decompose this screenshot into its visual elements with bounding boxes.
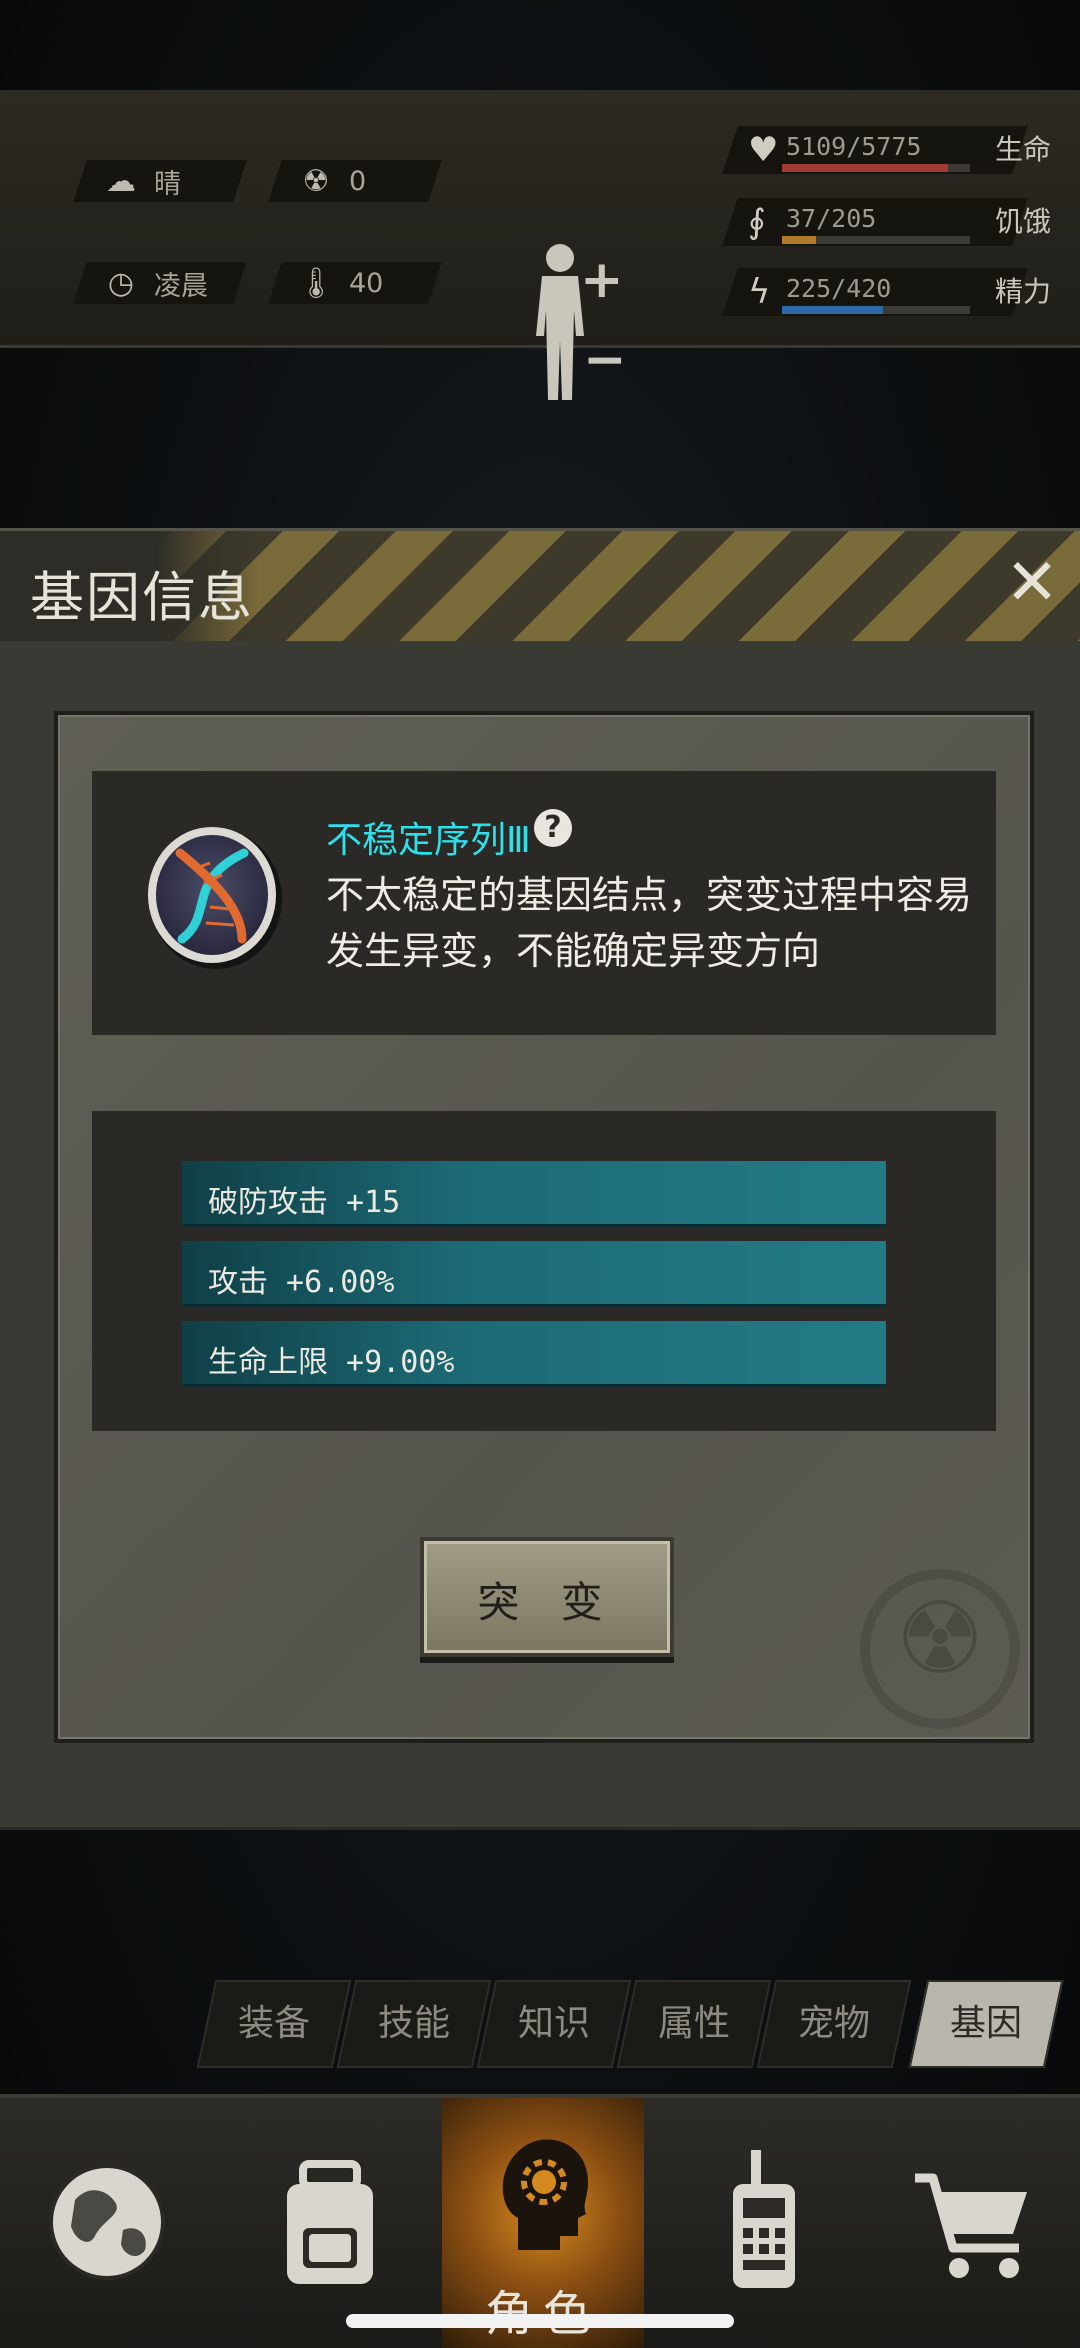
energy-icon: ϟ: [748, 272, 771, 312]
weather-label: 晴: [154, 168, 181, 200]
attribute-row: 攻击 +6.00%: [182, 1241, 886, 1307]
gene-info-dialog: 基因信息 ✕ ☢ 不稳定序列Ⅲ ? 不太稳定的基因结点，突变过程中容易发生异变，…: [0, 528, 1080, 1830]
time-chip: ◷ 凌晨: [73, 262, 247, 304]
vital-bar-fill: [782, 236, 816, 244]
character-tabs: 装备 技能 知识 属性 宠物 基因: [190, 1980, 1070, 2072]
backpack-icon: [287, 2160, 373, 2284]
temperature-value: 40: [349, 267, 384, 299]
globe-icon: [49, 2164, 165, 2280]
tab-item[interactable]: 技能: [336, 1980, 492, 2068]
temperature-chip: 🌡 40: [268, 262, 442, 304]
game-screen: ☁ 晴 ☢ 0 ◷ 凌晨 🌡 40 + − ♥ 5109/5775 生命 ∮ 3…: [0, 0, 1080, 2348]
vital-name: 饥饿: [995, 205, 1052, 238]
stomach-icon: ∮: [748, 202, 766, 242]
vital-bar-fill: [782, 306, 883, 314]
nav-world[interactable]: [2, 2098, 218, 2348]
vital-bar: [782, 164, 970, 172]
nav-character[interactable]: 角色: [442, 2098, 644, 2348]
vital-value: 225/420: [786, 274, 892, 303]
gene-info-box: 不稳定序列Ⅲ ? 不太稳定的基因结点，突变过程中容易发生异变，不能确定异变方向: [92, 771, 996, 1035]
tab-item[interactable]: 属性: [616, 1980, 772, 2068]
attribute-text: 破防攻击 +15: [208, 1185, 401, 1220]
tab-label: 技能: [377, 2003, 450, 2044]
tab-label: 基因: [949, 2003, 1022, 2044]
weather-chip: ☁ 晴: [73, 160, 247, 202]
dna-icon: [148, 827, 282, 969]
shopping-cart-icon: [915, 2173, 1027, 2278]
tab-label: 宠物: [797, 2003, 870, 2044]
close-button[interactable]: ✕: [1000, 551, 1064, 615]
help-icon[interactable]: ?: [534, 809, 572, 847]
time-label: 凌晨: [154, 270, 208, 302]
gene-name: 不稳定序列Ⅲ: [326, 820, 531, 861]
attribute-row: 破防攻击 +15: [182, 1161, 886, 1227]
thermometer-icon: 🌡: [297, 265, 336, 301]
tab-label: 属性: [657, 2003, 730, 2044]
nav-shop[interactable]: [866, 2098, 1080, 2348]
vital-row: ♥ 5109/5775 生命: [722, 126, 1070, 186]
zoom-in-plus-icon[interactable]: +: [580, 250, 624, 310]
attribute-text: 生命上限 +9.00%: [208, 1345, 455, 1380]
vital-row: ϟ 225/420 精力: [722, 268, 1070, 328]
tab-item[interactable]: 基因: [908, 1980, 1064, 2068]
attribute-box: 破防攻击 +15 攻击 +6.00% 生命上限 +9.00%: [92, 1111, 996, 1431]
vital-name: 精力: [995, 275, 1052, 308]
mutate-button[interactable]: 突 变: [420, 1537, 674, 1657]
bottom-nav: 角色: [0, 2094, 1080, 2348]
attribute-row: 生命上限 +9.00%: [182, 1321, 886, 1387]
weather-cloud-icon: ☁: [106, 163, 136, 199]
heart-icon: ♥: [748, 130, 779, 170]
attribute-text: 攻击 +6.00%: [208, 1265, 395, 1300]
vital-name: 生命: [995, 133, 1052, 166]
gene-description: 不太稳定的基因结点，突变过程中容易发生异变，不能确定异变方向: [326, 873, 973, 973]
tab-label: 知识: [517, 2003, 590, 2044]
gene-panel: ☢ 不稳定序列Ⅲ ? 不太稳定的基因结点，突变过程中容易发生异变，不能确定异变方…: [54, 711, 1034, 1743]
tab-item[interactable]: 宠物: [756, 1980, 912, 2068]
dialog-title: 基因信息: [30, 566, 254, 629]
vital-bar: [782, 306, 970, 314]
nav-radio[interactable]: [656, 2098, 872, 2348]
tab-item[interactable]: 知识: [476, 1980, 632, 2068]
vital-value: 37/205: [786, 204, 877, 233]
radiation-icon: ☢: [302, 163, 330, 199]
home-indicator[interactable]: [346, 2314, 734, 2328]
status-bar: ☁ 晴 ☢ 0 ◷ 凌晨 🌡 40 + − ♥ 5109/5775 生命 ∮ 3…: [0, 90, 1080, 400]
radiation-chip: ☢ 0: [268, 160, 442, 202]
tab-label: 装备: [237, 2003, 310, 2044]
zoom-out-minus-icon[interactable]: −: [583, 330, 627, 390]
vital-bar: [782, 236, 970, 244]
radio-icon: [733, 2150, 795, 2288]
mutate-button-label: 突 变: [477, 1578, 617, 1627]
nav-inventory[interactable]: [222, 2098, 438, 2348]
radiation-value: 0: [349, 165, 367, 197]
clock-icon: ◷: [107, 265, 135, 301]
vital-bar-fill: [782, 164, 948, 172]
radiation-watermark-icon: ☢: [860, 1569, 1020, 1729]
tab-item[interactable]: 装备: [196, 1980, 352, 2068]
dialog-header: 基因信息 ✕: [0, 531, 1080, 641]
vital-value: 5109/5775: [786, 132, 922, 161]
nav-character-label: 角色: [442, 2274, 644, 2344]
character-icon: [502, 2139, 588, 2250]
vital-row: ∮ 37/205 饥饿: [722, 198, 1070, 258]
